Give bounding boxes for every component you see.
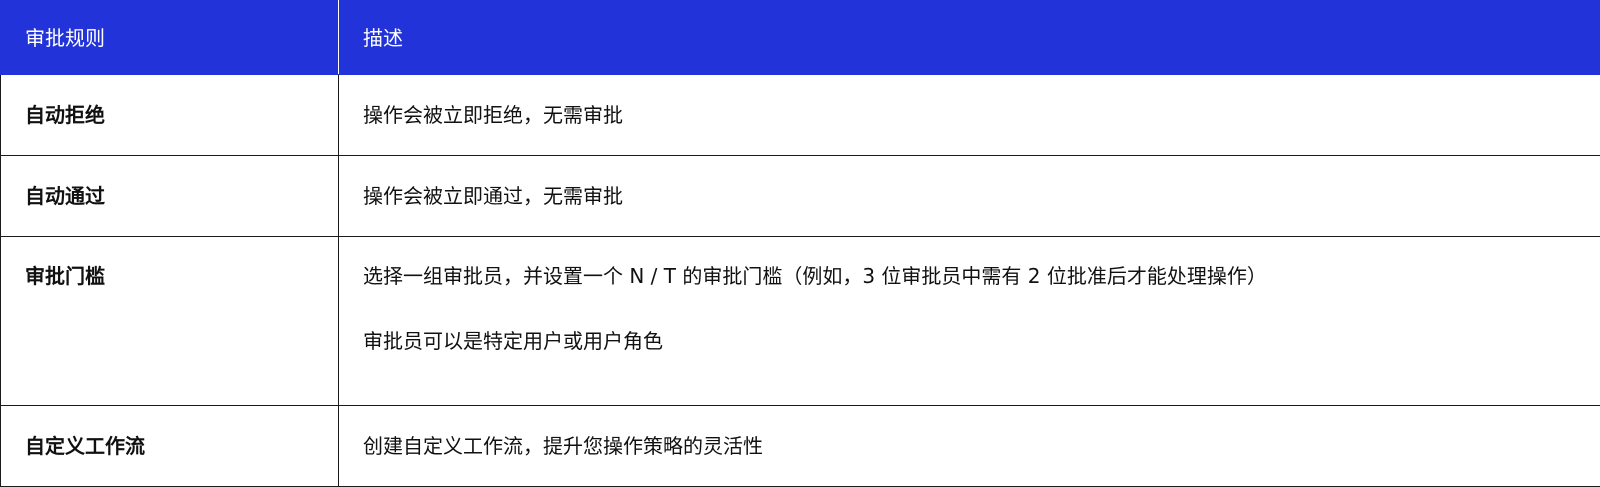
rule-description: 操作会被立即通过，无需审批 — [339, 156, 1600, 237]
description-line: 操作会被立即拒绝，无需审批 — [363, 103, 1576, 127]
table-row: 自动拒绝 操作会被立即拒绝，无需审批 — [1, 75, 1600, 156]
column-header-rule: 审批规则 — [1, 1, 339, 75]
rule-description: 操作会被立即拒绝，无需审批 — [339, 75, 1600, 156]
rule-description: 创建自定义工作流，提升您操作策略的灵活性 — [339, 406, 1600, 487]
description-line: 操作会被立即通过，无需审批 — [363, 184, 1576, 208]
rule-name: 自定义工作流 — [1, 406, 339, 487]
rule-name: 审批门槛 — [1, 237, 339, 406]
column-header-description: 描述 — [339, 1, 1600, 75]
table-header-row: 审批规则 描述 — [1, 1, 1600, 75]
table-row: 自动通过 操作会被立即通过，无需审批 — [1, 156, 1600, 237]
rule-name: 自动拒绝 — [1, 75, 339, 156]
description-line: 创建自定义工作流，提升您操作策略的灵活性 — [363, 434, 1576, 458]
approval-rules-table: 审批规则 描述 自动拒绝 操作会被立即拒绝，无需审批 自动通过 操作会被立即通过… — [0, 0, 1600, 486]
table-row: 审批门槛 选择一组审批员，并设置一个 N / T 的审批门槛（例如，3 位审批员… — [1, 237, 1600, 406]
description-line: 审批员可以是特定用户或用户角色 — [363, 329, 1576, 353]
rule-name: 自动通过 — [1, 156, 339, 237]
table-row: 自定义工作流 创建自定义工作流，提升您操作策略的灵活性 — [1, 406, 1600, 487]
rule-description: 选择一组审批员，并设置一个 N / T 的审批门槛（例如，3 位审批员中需有 2… — [339, 237, 1600, 406]
description-line: 选择一组审批员，并设置一个 N / T 的审批门槛（例如，3 位审批员中需有 2… — [363, 264, 1576, 288]
